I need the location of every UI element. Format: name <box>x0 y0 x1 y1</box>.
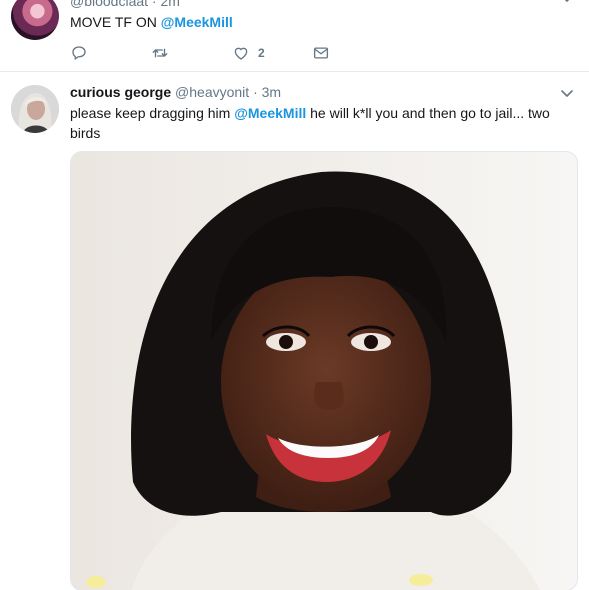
timestamp[interactable]: · 3m <box>253 84 281 100</box>
chevron-down-icon[interactable] <box>560 0 574 4</box>
heart-icon <box>234 47 248 60</box>
mention-link[interactable]: @MeekMill <box>234 105 306 121</box>
photo <box>71 152 577 590</box>
tweet-text: MOVE TF ON @MeekMill <box>70 13 233 31</box>
reply-button[interactable] <box>70 42 88 64</box>
tweet-text-body: MOVE TF ON <box>70 14 161 30</box>
avatar-photo <box>11 85 59 133</box>
timeline: @bloodclaat · 2m MOVE TF ON @MeekMill 2 … <box>0 0 589 590</box>
avatar[interactable] <box>11 0 59 40</box>
tweet-text-body: please keep dragging him <box>70 105 235 121</box>
like-count: 2 <box>258 46 265 60</box>
tweet[interactable]: @bloodclaat · 2m MOVE TF ON @MeekMill 2 <box>0 0 589 72</box>
tweet-photo[interactable] <box>70 151 578 590</box>
display-name[interactable]: curious george <box>70 84 171 100</box>
mention-link[interactable]: @MeekMill <box>161 14 233 30</box>
tweet-handle-time[interactable]: @bloodclaat · 2m <box>70 0 180 9</box>
tweet-actions: 2 <box>70 42 370 64</box>
retweet-button[interactable] <box>151 42 169 64</box>
user-handle[interactable]: @heavyonit <box>175 84 249 100</box>
tweet[interactable]: curious george @heavyonit · 3m please ke… <box>0 73 589 590</box>
reply-icon <box>72 46 86 60</box>
avatar[interactable] <box>11 85 59 133</box>
direct-message-button[interactable] <box>312 42 330 64</box>
retweet-icon <box>152 48 168 58</box>
tweet-text: please keep dragging him @MeekMill he wi… <box>70 103 580 143</box>
tweet-header: curious george @heavyonit · 3m <box>70 84 281 100</box>
chevron-down-icon[interactable] <box>560 89 574 99</box>
like-button[interactable]: 2 <box>232 42 265 64</box>
envelope-icon <box>313 47 329 59</box>
